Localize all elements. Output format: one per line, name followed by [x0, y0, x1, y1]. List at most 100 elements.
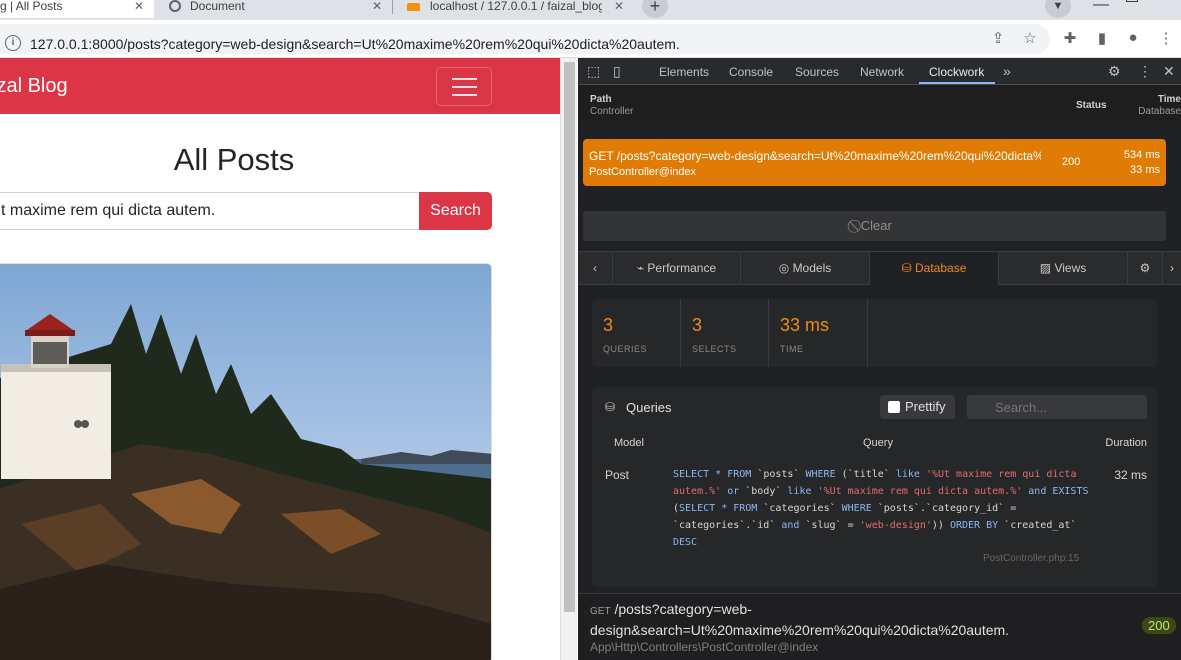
subtab-views[interactable]: ▨ Views — [999, 252, 1128, 285]
search-input[interactable] — [0, 192, 420, 230]
more-options-icon[interactable]: ⋮ — [1138, 63, 1152, 80]
tab-title: localhost / 127.0.0.1 / faizal_blog — [430, 0, 602, 13]
close-devtools-icon[interactable]: ✕ — [1163, 63, 1175, 80]
inspect-element-icon[interactable]: ⬚ — [587, 63, 600, 80]
page-scrollbar-thumb[interactable] — [564, 62, 575, 612]
query-model: Post — [605, 468, 630, 482]
request-db-time: 33 ms — [1130, 164, 1160, 176]
new-tab-button[interactable]: + — [642, 0, 668, 18]
clear-button[interactable]: ⃠ Clear — [583, 211, 1166, 241]
browser-tab-all-posts[interactable]: g | All Posts ✕ — [0, 0, 154, 18]
prettify-label: Prettify — [905, 399, 946, 414]
request-path: GET /posts?category=web-design&search=Ut… — [589, 149, 1041, 163]
phpmyadmin-icon — [407, 3, 420, 11]
stat-queries: 3 QUERIES — [592, 299, 681, 367]
footer-method: GET — [590, 606, 611, 617]
close-tab-icon[interactable]: ✕ — [614, 0, 624, 13]
subtab-database[interactable]: ⛁ Database — [870, 252, 999, 285]
path-column-header: Path — [590, 94, 612, 105]
active-tab-indicator — [919, 82, 995, 84]
stat-value: 33 ms — [780, 315, 830, 335]
more-tabs-icon[interactable]: » — [1003, 63, 1011, 79]
close-tab-icon[interactable]: ✕ — [372, 0, 382, 13]
request-row[interactable]: GET /posts?category=web-design&search=Ut… — [583, 139, 1166, 186]
tab-title: g | All Posts — [0, 0, 63, 13]
hamburger-line — [452, 94, 477, 96]
side-panel-icon[interactable]: ▮ — [1092, 29, 1112, 47]
navbar-brand[interactable]: izal Blog — [0, 75, 68, 98]
footer-request-path: GET /posts?category=web-design&search=Ut… — [590, 600, 1040, 640]
lighthouse-image — [0, 264, 491, 660]
duration-column-header: Duration — [1105, 437, 1147, 449]
request-status: 200 — [1062, 156, 1081, 168]
stat-value: 3 — [603, 315, 614, 335]
browser-tab-bar: g | All Posts ✕ Document ✕ localhost / 1… — [0, 0, 1181, 20]
navbar-toggler-button[interactable] — [436, 67, 492, 106]
site-info-icon[interactable]: i — [5, 35, 21, 51]
hamburger-line — [452, 86, 477, 88]
subtab-label: Performance — [647, 261, 717, 275]
tab-title: Document — [190, 0, 245, 13]
device-toolbar-icon[interactable]: ▯ — [613, 63, 621, 80]
devtools-tab-network[interactable]: Network — [860, 65, 904, 79]
maximize-icon[interactable] — [1126, 0, 1138, 2]
prettify-toggle[interactable]: Prettify — [880, 395, 955, 419]
search-button[interactable]: Search — [419, 192, 492, 230]
views-icon: ▨ — [1039, 261, 1055, 275]
subtab-settings-icon[interactable]: ⚙ — [1128, 252, 1163, 285]
subtab-models[interactable]: ◎ Models — [741, 252, 870, 285]
extensions-icon[interactable]: ✚ — [1060, 29, 1080, 47]
request-time: 534 ms — [1123, 149, 1160, 161]
queries-search-input[interactable] — [967, 395, 1147, 419]
database-column-header: Database — [1138, 106, 1181, 117]
status-column-header: Status — [1076, 100, 1107, 111]
query-source-file[interactable]: PostController.php:15 — [983, 553, 1079, 564]
stat-label: SELECTS — [692, 344, 737, 354]
bookmark-star-icon[interactable]: ☆ — [1020, 29, 1040, 47]
page-title: All Posts — [173, 142, 295, 177]
query-sql[interactable]: SELECT * FROM `posts` WHERE (`title` lik… — [673, 466, 1093, 551]
devtools-panel: ⬚ ▯ Elements Console Sources Network Clo… — [578, 58, 1181, 660]
database-icon: ⛁ — [605, 400, 616, 414]
subtab-prev-icon[interactable]: ‹ — [578, 252, 613, 285]
request-footer: GET /posts?category=web-design&search=Ut… — [578, 593, 1181, 660]
stat-selects: 3 SELECTS — [681, 299, 769, 367]
subtab-label: Views — [1054, 261, 1087, 275]
prettify-checkbox[interactable] — [888, 401, 900, 413]
devtools-tab-sources[interactable]: Sources — [795, 65, 839, 79]
query-duration: 32 ms — [1114, 468, 1147, 482]
devtools-tab-elements[interactable]: Elements — [659, 65, 709, 79]
subtab-performance[interactable]: ⌁ Performance — [613, 252, 741, 285]
close-tab-icon[interactable]: ✕ — [134, 0, 144, 13]
minimize-icon[interactable]: — — [1093, 0, 1109, 14]
profile-avatar-icon[interactable]: ● — [1123, 29, 1143, 46]
stat-value: 3 — [692, 315, 703, 335]
stat-label: TIME — [780, 344, 804, 354]
requests-header: Path Controller Status Time Database — [578, 85, 1181, 121]
subtab-next-icon[interactable]: › — [1163, 252, 1181, 285]
query-column-header: Query — [863, 437, 893, 449]
stat-label: QUERIES — [603, 344, 648, 354]
browser-toolbar: i 127.0.0.1:8000/posts?category=web-desi… — [0, 20, 1181, 58]
globe-icon — [169, 0, 181, 12]
page-scrollbar[interactable] — [560, 58, 577, 660]
tab-search-icon[interactable]: ▼ — [1045, 0, 1071, 18]
queries-panel: ⛁ Queries Prettify ⌕ Model Query Duratio… — [592, 387, 1157, 587]
hamburger-line — [452, 78, 477, 80]
footer-path: /posts?category=web-design&search=Ut%20m… — [590, 601, 1010, 638]
browser-menu-icon[interactable]: ⋮ — [1156, 29, 1176, 47]
settings-gear-icon[interactable]: ⚙ — [1108, 63, 1121, 80]
url-text[interactable]: 127.0.0.1:8000/posts?category=web-design… — [30, 36, 680, 52]
devtools-tab-bar: ⬚ ▯ Elements Console Sources Network Clo… — [578, 58, 1181, 85]
time-column-header: Time — [1157, 94, 1181, 105]
devtools-tab-console[interactable]: Console — [729, 65, 773, 79]
browser-tab-document[interactable]: Document ✕ — [160, 0, 390, 18]
share-icon[interactable]: ⇪ — [988, 29, 1008, 47]
devtools-tab-clockwork[interactable]: Clockwork — [929, 65, 984, 79]
address-bar[interactable]: i 127.0.0.1:8000/posts?category=web-desi… — [0, 24, 1050, 54]
queries-title: Queries — [626, 400, 672, 415]
database-stats: 3 QUERIES 3 SELECTS 33 ms TIME — [592, 299, 1157, 367]
models-icon: ◎ — [778, 261, 793, 275]
request-controller: PostController@index — [589, 166, 697, 178]
browser-tab-phpmyadmin[interactable]: localhost / 127.0.0.1 / faizal_blog ✕ — [396, 0, 634, 18]
